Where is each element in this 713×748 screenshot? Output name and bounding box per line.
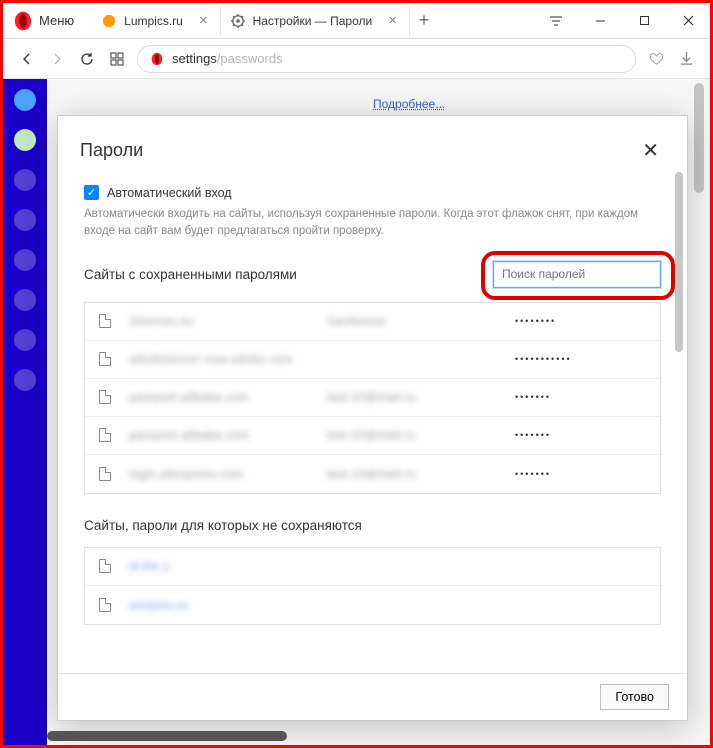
sidebar-item-icon[interactable] <box>14 249 36 271</box>
password-dots: ••••••• <box>515 392 646 402</box>
username: SanNoosa <box>327 314 497 328</box>
opera-logo-icon <box>13 11 33 31</box>
tab-lumpics[interactable]: Lumpics.ru × <box>92 6 220 36</box>
bookmark-heart-icon[interactable] <box>646 49 666 69</box>
passwords-modal: Пароли ✕ ✓ Автоматический вход Автоматич… <box>57 115 688 721</box>
site-name: passport.alibaba.com <box>129 390 309 404</box>
download-icon[interactable] <box>676 49 696 69</box>
password-dots: ••••••• <box>515 469 646 479</box>
modal-body: ✓ Автоматический вход Автоматически вход… <box>58 173 687 673</box>
site-icon <box>99 559 111 573</box>
password-row[interactable]: passport.alibaba.com last-10@mail.ru •••••… <box>85 417 660 455</box>
saved-passwords-title: Сайты с сохраненными паролями <box>84 267 297 282</box>
new-tab-button[interactable]: + <box>410 10 438 31</box>
modal-close-button[interactable]: ✕ <box>634 134 667 167</box>
never-saved-list: id.lite.1 amazon.ru <box>84 547 661 625</box>
tab-close-icon[interactable]: × <box>199 12 208 29</box>
sidebar-whatsapp-icon[interactable] <box>14 129 36 151</box>
gear-icon <box>231 14 245 28</box>
sidebar-item-icon[interactable] <box>14 329 36 351</box>
auto-login-checkbox[interactable]: ✓ <box>84 185 99 200</box>
address-input[interactable]: settings/passwords <box>137 45 636 73</box>
password-row[interactable]: adsdistancer-now.adobe.com ••••••••••• <box>85 341 660 379</box>
username: last-10@mail.ru <box>327 390 497 404</box>
site-icon <box>99 467 111 481</box>
site-icon <box>99 352 111 366</box>
never-row[interactable]: id.lite.1 <box>85 548 660 586</box>
password-row[interactable]: 1themes.su SanNoosa •••••••• <box>85 303 660 341</box>
tab-strip: Lumpics.ru × Настройки — Пароли × + <box>92 3 534 38</box>
search-wrap <box>493 261 661 288</box>
details-link[interactable]: Подробнее... <box>373 97 445 111</box>
site-name: id.lite.1 <box>129 559 309 573</box>
modal-scrollbar[interactable] <box>675 172 683 650</box>
favicon-lumpics-icon <box>102 14 116 28</box>
site-name: 1themes.su <box>129 314 309 328</box>
sidebar-item-icon[interactable] <box>14 369 36 391</box>
auto-login-description: Автоматически входить на сайты, использу… <box>84 206 661 241</box>
modal-title: Пароли <box>80 140 143 161</box>
site-name: login.aliexpress.com <box>129 467 309 481</box>
site-icon <box>99 598 111 612</box>
horizontal-scrollbar[interactable] <box>47 731 692 741</box>
password-dots: ••••••••••• <box>515 354 646 364</box>
speed-dial-button[interactable] <box>107 49 127 69</box>
tab-settings-passwords[interactable]: Настройки — Пароли × <box>221 6 410 36</box>
back-button[interactable] <box>17 49 37 69</box>
site-name: adsdistancer-now.adobe.com <box>129 352 309 366</box>
forward-button[interactable] <box>47 49 67 69</box>
close-window-button[interactable] <box>666 3 710 38</box>
sidebar-messenger-icon[interactable] <box>14 89 36 111</box>
site-icon <box>99 428 111 442</box>
site-name: passport.alibaba.com <box>129 428 309 442</box>
auto-login-row[interactable]: ✓ Автоматический вход <box>84 185 661 200</box>
sidebar-item-icon[interactable] <box>14 169 36 191</box>
address-prefix: settings <box>172 51 217 66</box>
password-row[interactable]: passport.alibaba.com last-10@mail.ru •••••… <box>85 379 660 417</box>
never-row[interactable]: amazon.ru <box>85 586 660 624</box>
easy-setup-icon[interactable] <box>534 3 578 38</box>
modal-header: Пароли ✕ <box>58 116 687 173</box>
never-saved-title: Сайты, пароли для которых не сохраняются <box>84 518 661 533</box>
username: last-10@mail.ru <box>327 428 497 442</box>
saved-passwords-header: Сайты с сохраненными паролями <box>84 261 661 288</box>
reload-button[interactable] <box>77 49 97 69</box>
username: last-10@mail.ru <box>327 467 497 481</box>
tab-label: Lumpics.ru <box>124 14 183 28</box>
titlebar: Меню Lumpics.ru × Настройки — Пароли × + <box>3 3 710 39</box>
browser-window: Меню Lumpics.ru × Настройки — Пароли × + <box>3 3 710 745</box>
maximize-button[interactable] <box>622 3 666 38</box>
tab-label: Настройки — Пароли <box>253 14 373 28</box>
menu-button[interactable]: Меню <box>39 13 86 28</box>
sidebar-item-icon[interactable] <box>14 289 36 311</box>
saved-passwords-list: 1themes.su SanNoosa •••••••• adsdistancer-n… <box>84 302 661 494</box>
auto-login-label: Автоматический вход <box>107 186 232 200</box>
window-controls <box>534 3 710 38</box>
page-scrollbar[interactable] <box>692 79 706 745</box>
opera-o-icon <box>150 52 164 66</box>
site-icon <box>99 314 111 328</box>
password-dots: ••••••• <box>515 430 646 440</box>
sidebar <box>3 79 47 745</box>
password-row[interactable]: login.aliexpress.com last-10@mail.ru •••••… <box>85 455 660 493</box>
sidebar-item-icon[interactable] <box>14 209 36 231</box>
address-bar: settings/passwords <box>3 39 710 79</box>
modal-footer: Готово <box>58 673 687 720</box>
site-name: amazon.ru <box>129 598 309 612</box>
minimize-button[interactable] <box>578 3 622 38</box>
address-path: /passwords <box>217 51 283 66</box>
done-button[interactable]: Готово <box>600 684 669 710</box>
site-icon <box>99 390 111 404</box>
password-dots: •••••••• <box>515 316 646 326</box>
tab-close-icon[interactable]: × <box>388 12 397 29</box>
content-area: Подробнее... Пароли ✕ ✓ Автоматический в… <box>3 79 710 745</box>
password-search-input[interactable] <box>493 261 661 288</box>
